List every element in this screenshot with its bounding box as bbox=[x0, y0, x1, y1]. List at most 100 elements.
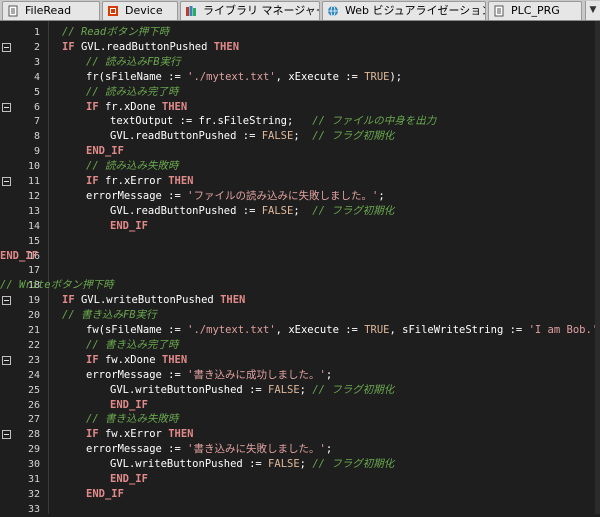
tab-plc-prg[interactable]: PLC_PRG bbox=[488, 1, 582, 20]
code-line[interactable]: 19 IF GVL.writeButtonPushed THEN bbox=[0, 293, 595, 308]
code-token: FALSE bbox=[261, 204, 294, 217]
code-line[interactable]: 33 bbox=[0, 502, 595, 517]
code-line[interactable]: 9 END_IF bbox=[0, 144, 595, 159]
code-token: , xExecute := bbox=[275, 70, 365, 83]
code-line[interactable]: 12 errorMessage := 'ファイルの読み込みに失敗しました。'; bbox=[0, 189, 595, 204]
code-line[interactable]: 20 // 書き込みFB実行 bbox=[0, 308, 595, 323]
collapse-icon[interactable] bbox=[2, 102, 11, 112]
collapse-icon[interactable] bbox=[2, 355, 11, 365]
collapse-icon[interactable] bbox=[2, 430, 11, 440]
line-number: 20 bbox=[27, 310, 40, 322]
code-line[interactable]: 26 END_IF bbox=[0, 398, 595, 413]
tab-fileread[interactable]: FileRead bbox=[2, 1, 100, 20]
code-token: // 書き込みFB実行 bbox=[62, 309, 157, 322]
code-token: TRUE bbox=[364, 324, 390, 336]
tab-library-manager[interactable]: ライブラリ マネージャー bbox=[180, 1, 320, 20]
code-token: IF bbox=[62, 40, 75, 53]
code-text: IF fw.xError THEN bbox=[86, 427, 194, 442]
code-text: errorMessage := '書き込みに成功しました。'; bbox=[86, 368, 332, 383]
code-line[interactable]: 10 // 読み込み失敗時 bbox=[0, 159, 595, 174]
vertical-scrollbar[interactable] bbox=[595, 21, 600, 514]
collapse-icon[interactable] bbox=[2, 296, 11, 306]
code-text: fw(sFileName := './mytext.txt', xExecute… bbox=[86, 323, 600, 338]
code-line[interactable]: 3 // 読み込みFB実行 bbox=[0, 55, 595, 70]
code-token: ); bbox=[389, 70, 403, 83]
collapse-icon[interactable] bbox=[2, 42, 11, 52]
code-token: END_IF bbox=[86, 487, 124, 500]
code-line[interactable]: 16 END_IF bbox=[0, 249, 595, 264]
document-icon bbox=[8, 5, 18, 17]
code-token: fw(sFileName := bbox=[86, 324, 188, 336]
code-text: // 書き込みFB実行 bbox=[62, 308, 157, 323]
code-editor[interactable]: 1 // Readボタン押下時 2 IF GVL.readButtonPushed T… bbox=[0, 21, 600, 517]
code-text: GVL.writeButtonPushed := FALSE; // フラグ初期… bbox=[110, 457, 394, 472]
code-token: IF bbox=[62, 294, 75, 307]
code-line[interactable]: 31 END_IF bbox=[0, 472, 595, 487]
code-token: fw.xError bbox=[98, 428, 169, 441]
code-line[interactable]: 25 GVL.writeButtonPushed := FALSE; // フラグ… bbox=[0, 383, 595, 398]
line-number: 28 bbox=[27, 429, 40, 441]
tab-device[interactable]: Device bbox=[102, 1, 178, 20]
code-token: // フラグ初期化 bbox=[312, 383, 395, 396]
code-line[interactable]: 13 GVL.readButtonPushed := FALSE; // フラグ初… bbox=[0, 204, 595, 219]
code-text: GVL.readButtonPushed := FALSE; // フラグ初期化 bbox=[110, 204, 394, 219]
code-token: ; bbox=[378, 189, 385, 202]
code-token: // フラグ初期化 bbox=[312, 204, 395, 217]
code-line[interactable]: 17 bbox=[0, 263, 595, 278]
code-token: GVL.readButtonPushed bbox=[74, 40, 214, 53]
code-token: // フラグ初期化 bbox=[312, 130, 395, 143]
collapse-icon[interactable] bbox=[2, 177, 11, 186]
line-number: 4 bbox=[33, 71, 40, 83]
code-line[interactable]: 6 IF fr.xDone THEN bbox=[0, 100, 595, 115]
code-line[interactable]: 7 textOutput := fr.sFileString; // ファイルの中… bbox=[0, 114, 595, 129]
document-icon bbox=[494, 5, 504, 17]
code-token: GVL.writeButtonPushed := bbox=[110, 383, 269, 396]
code-line[interactable]: 8 GVL.readButtonPushed := FALSE; // フラグ初期… bbox=[0, 129, 595, 144]
code-token: END_IF bbox=[110, 398, 148, 411]
code-line[interactable]: 4 fr(sFileName := './mytext.txt', xExecut… bbox=[0, 70, 595, 85]
code-token: fr.xError bbox=[98, 175, 169, 187]
code-token: THEN bbox=[168, 175, 194, 187]
code-text: IF GVL.writeButtonPushed THEN bbox=[62, 293, 245, 308]
code-line[interactable]: 22 // 書き込み完了時 bbox=[0, 338, 595, 353]
code-token: errorMessage := bbox=[86, 189, 188, 202]
code-line[interactable]: 27 // 書き込み失敗時 bbox=[0, 412, 595, 427]
code-line[interactable]: 18// Writeボタン押下時 bbox=[0, 278, 595, 293]
line-number: 27 bbox=[27, 414, 40, 426]
code-line[interactable]: 24 errorMessage := '書き込みに成功しました。'; bbox=[0, 368, 595, 383]
code-token: END_IF bbox=[0, 249, 38, 262]
code-line[interactable]: 32 END_IF bbox=[0, 487, 595, 502]
code-token: 'ファイルの読み込みに失敗しました。' bbox=[187, 189, 379, 202]
line-number: 14 bbox=[27, 220, 40, 232]
line-number: 23 bbox=[27, 354, 40, 366]
code-token: errorMessage := bbox=[86, 368, 188, 381]
code-line[interactable]: 21 fw(sFileName := './mytext.txt', xExecu… bbox=[0, 323, 600, 338]
code-token: './mytext.txt' bbox=[187, 324, 276, 336]
code-text: // 読み込みFB実行 bbox=[86, 55, 181, 70]
code-text: // 書き込み完了時 bbox=[86, 338, 178, 353]
code-line[interactable]: 29 errorMessage := '書き込みに失敗しました。'; bbox=[0, 442, 595, 457]
code-line[interactable]: 11 IF fr.xError THEN bbox=[0, 174, 595, 189]
code-token: // 書き込み完了時 bbox=[86, 338, 179, 351]
tab-overflow-button[interactable]: ▼ bbox=[585, 1, 600, 20]
web-visu-icon bbox=[328, 5, 338, 17]
line-number: 2 bbox=[33, 41, 40, 53]
code-line[interactable]: 14 END_IF bbox=[0, 219, 595, 234]
code-line[interactable]: 15 bbox=[0, 234, 595, 249]
code-token: // 読み込み完了時 bbox=[86, 85, 179, 98]
code-line[interactable]: 1 // Readボタン押下時 bbox=[0, 25, 595, 40]
code-line[interactable]: 30 GVL.writeButtonPushed := FALSE; // フラグ… bbox=[0, 457, 595, 472]
code-line[interactable]: 28 IF fw.xError THEN bbox=[0, 427, 595, 442]
code-line[interactable]: 2 IF GVL.readButtonPushed THEN bbox=[0, 40, 595, 55]
code-text: END_IF bbox=[0, 249, 38, 264]
code-text: IF GVL.readButtonPushed THEN bbox=[62, 40, 239, 55]
tab-web-visualization[interactable]: Web ビジュアライゼーション bbox=[322, 1, 486, 20]
code-token: , sFileWriteString := bbox=[389, 324, 529, 336]
code-token: IF bbox=[86, 175, 99, 187]
code-text: END_IF bbox=[86, 144, 124, 159]
line-number: 22 bbox=[27, 339, 40, 351]
code-line[interactable]: 23 IF fw.xDone THEN bbox=[0, 353, 595, 368]
code-token: GVL.readButtonPushed := bbox=[110, 204, 262, 217]
code-line[interactable]: 5 // 読み込み完了時 bbox=[0, 85, 595, 100]
tab-label: FileRead bbox=[25, 4, 72, 17]
